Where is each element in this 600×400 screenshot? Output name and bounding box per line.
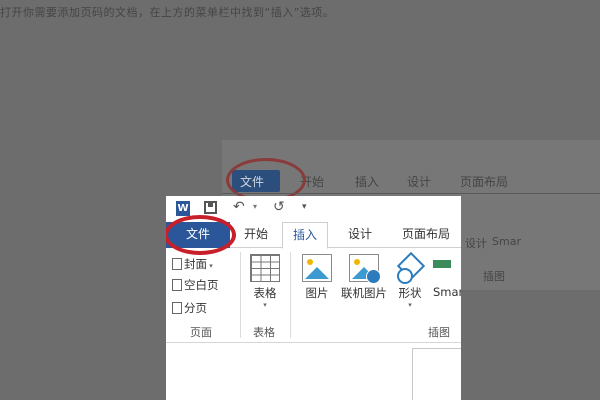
shapes-button[interactable]: 形状 ▾ xyxy=(394,251,426,309)
document-page[interactable] xyxy=(412,348,461,400)
table-dropdown-icon: ▾ xyxy=(263,301,267,309)
tab-insert[interactable]: 插入 xyxy=(282,222,328,249)
ghost-label-design: 设计 xyxy=(465,237,487,250)
background-instruction-text: 打开你需要添加页码的文档，在上方的菜单栏中找到“插入”选项。 xyxy=(0,6,335,19)
group-label-pages: 页面 xyxy=(190,326,212,339)
save-icon[interactable] xyxy=(204,201,217,214)
cover-page-dropdown-icon: ▾ xyxy=(207,262,213,270)
online-pictures-button[interactable]: 联机图片 xyxy=(338,254,390,301)
tab-home[interactable]: 开始 xyxy=(238,222,274,248)
blank-page-label: 空白页 xyxy=(184,278,219,292)
smartart-icon xyxy=(433,254,451,282)
redo-icon[interactable]: ↺ xyxy=(273,199,285,215)
word-app-icon: W xyxy=(176,201,190,216)
smartart-label: Smar xyxy=(433,285,461,299)
group-separator xyxy=(240,252,241,338)
shapes-label: 形状 xyxy=(398,286,422,300)
highlight-ring-file-tab xyxy=(166,215,236,255)
page-break-button[interactable]: 分页 xyxy=(172,300,207,316)
group-label-tables: 表格 xyxy=(253,326,275,339)
group-label-illustrations: 插图 xyxy=(428,326,450,339)
ghost-separator xyxy=(222,193,600,194)
undo-dropdown-icon[interactable]: ▾ xyxy=(253,202,257,211)
cover-page-icon xyxy=(172,258,182,270)
globe-icon xyxy=(366,269,381,284)
ghost-tab-insert: 插入 xyxy=(355,175,380,189)
page-break-icon xyxy=(172,302,182,314)
group-separator xyxy=(290,252,291,338)
word-window: W ↶ ▾ ↺ ▾ 文件 开始 插入 设计 页面布局 封面 ▾ 空白页 分页 页… xyxy=(166,196,461,400)
table-icon xyxy=(250,254,280,282)
shapes-dropdown-icon: ▾ xyxy=(408,301,412,309)
tab-design[interactable]: 设计 xyxy=(342,222,378,248)
table-button[interactable]: 表格 ▾ xyxy=(248,254,282,309)
customize-qat-icon[interactable]: ▾ xyxy=(302,202,307,212)
smartart-button[interactable]: Smar xyxy=(433,254,461,299)
undo-icon[interactable]: ↶ xyxy=(233,199,245,215)
ghost-tab-design: 设计 xyxy=(407,175,432,189)
cover-page-label: 封面 xyxy=(184,257,207,271)
online-pictures-label: 联机图片 xyxy=(341,286,387,300)
page-break-label: 分页 xyxy=(184,301,207,315)
table-button-label: 表格 xyxy=(253,286,277,300)
cover-page-button[interactable]: 封面 ▾ xyxy=(172,256,213,272)
ghost-label-smart: Smar xyxy=(492,235,521,248)
pictures-label: 图片 xyxy=(305,286,329,300)
online-picture-icon xyxy=(349,254,381,284)
blank-page-button[interactable]: 空白页 xyxy=(172,277,219,293)
picture-icon xyxy=(302,254,332,282)
tab-page-layout[interactable]: 页面布局 xyxy=(398,222,454,248)
blank-page-icon xyxy=(172,279,182,291)
ghost-label-illustrations: 插图 xyxy=(483,270,505,283)
shapes-icon xyxy=(395,251,426,284)
pictures-button[interactable]: 图片 xyxy=(300,254,334,301)
ghost-tab-layout: 页面布局 xyxy=(460,175,509,189)
